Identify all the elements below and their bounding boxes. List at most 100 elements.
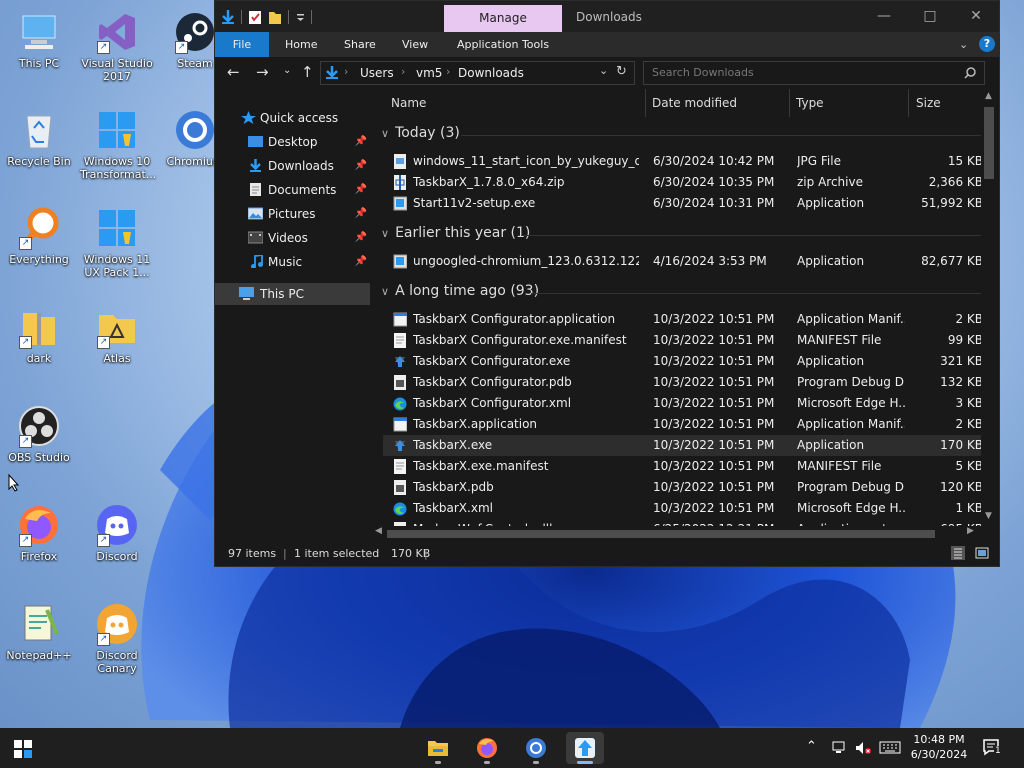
large-icons-view-icon[interactable] <box>975 546 989 560</box>
minimize-button[interactable]: — <box>861 1 907 32</box>
new-folder-icon[interactable] <box>268 9 282 25</box>
column-divider[interactable] <box>908 89 909 117</box>
desktop-icon-discord[interactable]: ↗ Discord <box>80 503 154 563</box>
group-header[interactable]: ∨ A long time ago (93) <box>381 283 539 299</box>
breadcrumb-users[interactable]: Users <box>360 66 394 80</box>
file-row[interactable]: Start11v2-setup.exe 6/30/2024 10:31 PM App… <box>383 193 983 214</box>
nav-item-desktop[interactable]: Desktop 📌 <box>215 131 370 153</box>
nav-item-downloads[interactable]: Downloads 📌 <box>215 155 370 177</box>
vertical-scroll-thumb[interactable] <box>984 107 994 179</box>
taskbar-app-taskbarx[interactable] <box>566 732 604 764</box>
taskbar-app-firefox[interactable] <box>468 732 506 764</box>
file-row[interactable]: TaskbarX Configurator.exe.manifest 10/3/2… <box>383 330 983 351</box>
column-divider[interactable] <box>789 89 790 117</box>
chevron-down-icon[interactable]: ∨ <box>381 227 389 240</box>
nav-item-videos[interactable]: Videos 📌 <box>215 227 370 249</box>
horizontal-scrollbar[interactable]: ◀ ▶ <box>371 526 981 540</box>
desktop-icon-recycle-bin[interactable]: Recycle Bin <box>2 108 76 168</box>
file-row[interactable]: TaskbarX_1.7.8.0_x64.zip 6/30/2024 10:35 … <box>383 172 983 193</box>
desktop-icon-everything[interactable]: ↗ Everything <box>2 206 76 266</box>
chevron-down-icon[interactable]: ∨ <box>381 127 389 140</box>
network-icon[interactable] <box>832 741 848 755</box>
pin-icon[interactable]: 📌 <box>355 203 367 225</box>
group-header[interactable]: ∨ Today (3) <box>381 125 460 141</box>
keyboard-icon[interactable] <box>879 741 901 755</box>
column-divider[interactable] <box>645 89 646 117</box>
back-button[interactable]: ← <box>227 63 240 81</box>
breadcrumb-downloads[interactable]: Downloads <box>458 66 524 80</box>
pin-icon[interactable]: 📌 <box>355 227 367 249</box>
volume-muted-icon[interactable] <box>855 741 871 755</box>
search-box[interactable]: Search Downloads <box>643 61 985 85</box>
pin-icon[interactable]: 📌 <box>355 155 367 177</box>
group-header[interactable]: ∨ Earlier this year (1) <box>381 225 530 241</box>
file-row[interactable]: TaskbarX.exe.manifest 10/3/2022 10:51 PM M… <box>383 456 983 477</box>
desktop-icon-windows11-ux-pack[interactable]: Windows 11 UX Pack 1... <box>80 206 154 279</box>
column-header-type[interactable]: Type <box>796 89 824 117</box>
recent-locations-button[interactable]: ⌄ <box>283 65 291 76</box>
desktop-icon-firefox[interactable]: ↗ Firefox <box>2 503 76 563</box>
forward-button[interactable]: → <box>256 63 269 81</box>
manage-tab[interactable]: Manage <box>444 5 562 32</box>
close-button[interactable]: ✕ <box>953 1 999 32</box>
tab-application-tools[interactable]: Application Tools <box>457 32 549 57</box>
tab-file[interactable]: File <box>215 32 269 57</box>
pin-icon[interactable]: 📌 <box>355 251 367 273</box>
scroll-right-icon[interactable]: ▶ <box>967 526 974 536</box>
desktop-icon-obs-studio[interactable]: ↗ OBS Studio <box>2 404 76 464</box>
file-row[interactable]: TaskbarX Configurator.application 10/3/20… <box>383 309 983 330</box>
file-row[interactable]: TaskbarX Configurator.xml 10/3/2022 10:51… <box>383 393 983 414</box>
refresh-icon[interactable]: ↻ <box>616 64 627 79</box>
scroll-left-icon[interactable]: ◀ <box>375 526 382 536</box>
nav-item-pictures[interactable]: Pictures 📌 <box>215 203 370 225</box>
tab-home[interactable]: Home <box>285 32 317 57</box>
chevron-down-icon[interactable]: ∨ <box>381 285 389 298</box>
customize-toolbar-icon[interactable] <box>295 9 305 25</box>
taskbar-clock[interactable]: 10:48 PM 6/30/2024 <box>906 732 972 762</box>
column-header-size[interactable]: Size <box>916 89 941 117</box>
desktop-icon-notepad-plus-plus[interactable]: Notepad++ <box>2 602 76 662</box>
pin-icon[interactable]: 📌 <box>355 131 367 153</box>
pin-icon[interactable]: 📌 <box>355 179 367 201</box>
breadcrumb-vm5[interactable]: vm5 <box>416 66 442 80</box>
properties-icon[interactable] <box>248 9 262 25</box>
column-header-name[interactable]: Name <box>391 89 426 117</box>
details-view-icon[interactable] <box>951 546 965 560</box>
address-bar[interactable]: › Users › vm5 › Downloads ⌄ ↻ <box>320 61 635 85</box>
address-history-dropdown-icon[interactable]: ⌄ <box>599 64 608 77</box>
file-row[interactable]: TaskbarX.exe 10/3/2022 10:51 PM Applicatio… <box>383 435 983 456</box>
file-row[interactable]: windows_11_start_icon_by_yukeguy_den... 6… <box>383 151 983 172</box>
search-input[interactable]: Search Downloads <box>652 66 754 79</box>
nav-quick-access[interactable]: Quick access <box>215 107 370 129</box>
desktop-icon-this-pc[interactable]: This PC <box>2 10 76 70</box>
desktop-icon-discord-canary[interactable]: ↗ Discord Canary <box>80 602 154 675</box>
desktop-icon-dark[interactable]: ↗ dark <box>2 305 76 365</box>
show-hidden-icons-button[interactable]: ⌃ <box>806 739 817 754</box>
scroll-up-icon[interactable]: ▲ <box>985 91 992 101</box>
file-row[interactable]: TaskbarX.pdb 10/3/2022 10:51 PM Program De… <box>383 477 983 498</box>
column-header-date-modified[interactable]: Date modified <box>652 89 737 117</box>
taskbar-app-chromium[interactable] <box>517 732 555 764</box>
help-button[interactable]: ? <box>979 36 995 52</box>
up-button[interactable]: ↑ <box>301 63 314 81</box>
file-row[interactable]: TaskbarX Configurator.pdb 10/3/2022 10:51… <box>383 372 983 393</box>
desktop-icon-visual-studio[interactable]: ↗ Visual Studio 2017 <box>80 10 154 83</box>
notification-center-button[interactable]: 1 <box>982 738 1004 758</box>
file-row[interactable]: TaskbarX Configurator.exe 10/3/2022 10:51… <box>383 351 983 372</box>
file-row[interactable]: ungoogled-chromium_123.0.6312.122-1.... 4… <box>383 251 983 272</box>
horizontal-scroll-thumb[interactable] <box>387 530 935 538</box>
vertical-scrollbar[interactable]: ▲ ▼ <box>981 89 999 539</box>
desktop-icon-atlas[interactable]: ↗ Atlas <box>80 305 154 365</box>
taskbar-app-file-explorer[interactable] <box>419 732 457 764</box>
scroll-down-icon[interactable]: ▼ <box>985 511 992 521</box>
desktop-icon-windows10-transformation[interactable]: Windows 10 Transformat... <box>80 108 156 181</box>
nav-item-music[interactable]: Music 📌 <box>215 251 370 273</box>
title-bar[interactable]: Manage Downloads — □ ✕ <box>215 1 999 32</box>
nav-this-pc[interactable]: This PC <box>215 283 370 305</box>
expand-ribbon-button[interactable]: ⌄ <box>959 32 968 57</box>
maximize-button[interactable]: □ <box>907 1 953 32</box>
file-row[interactable]: TaskbarX.application 10/3/2022 10:51 PM Ap… <box>383 414 983 435</box>
tab-share[interactable]: Share <box>344 32 376 57</box>
tab-view[interactable]: View <box>402 32 428 57</box>
start-button[interactable] <box>4 732 42 764</box>
